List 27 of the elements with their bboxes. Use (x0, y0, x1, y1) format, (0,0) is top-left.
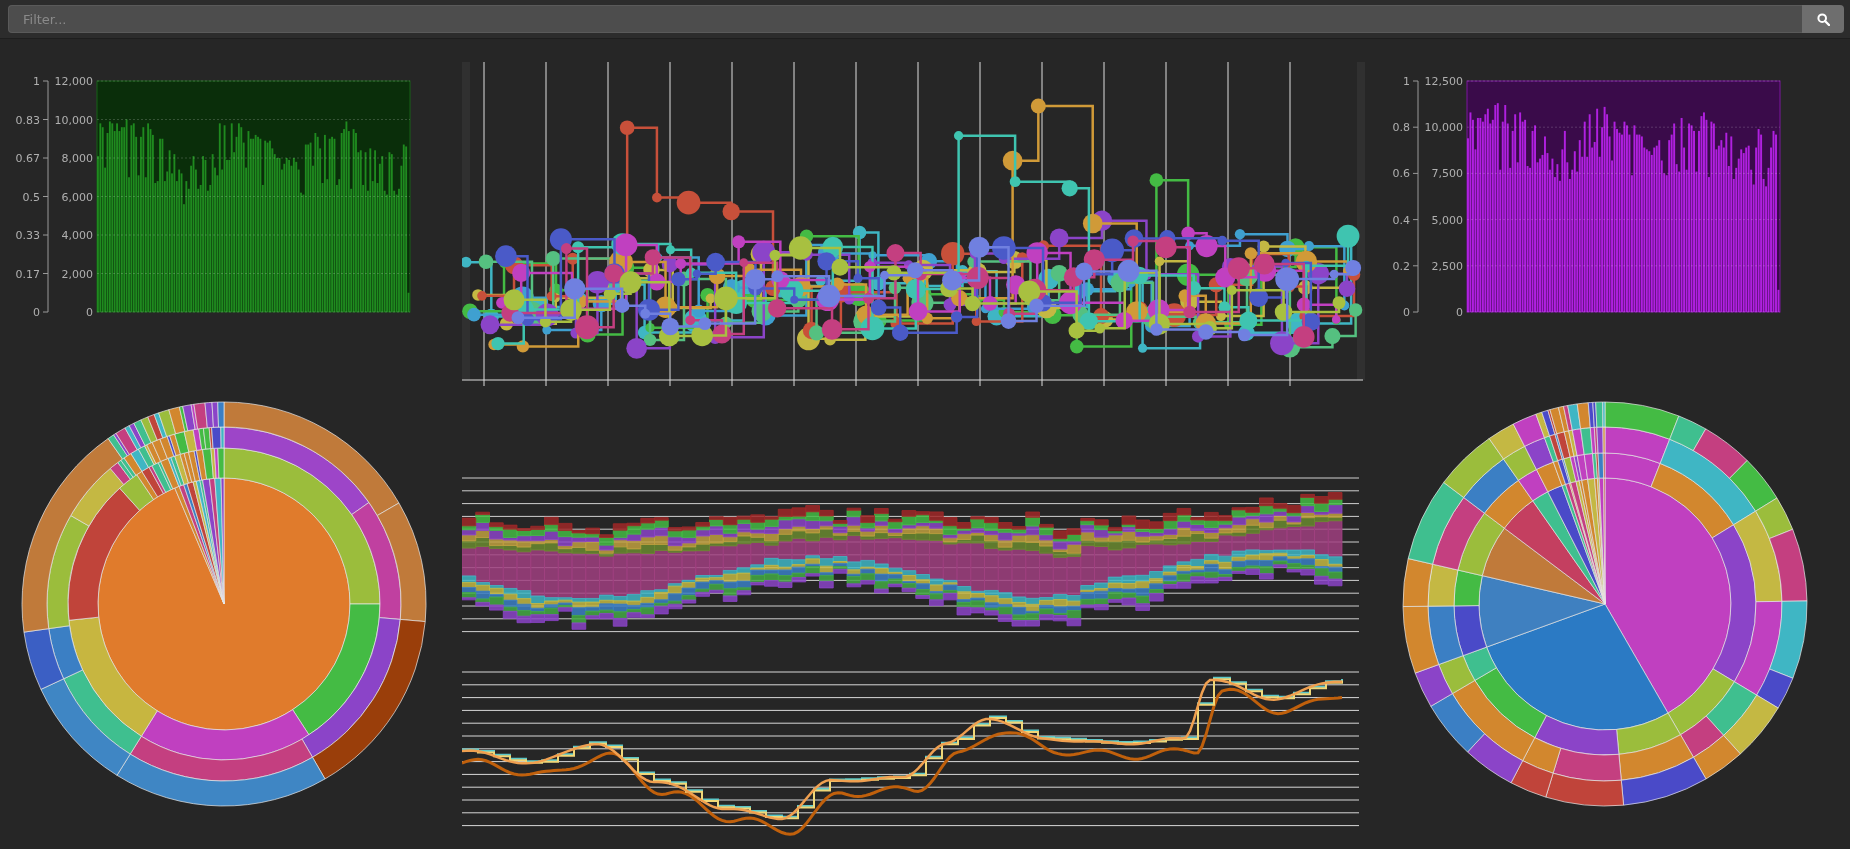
axis-label: 7,500 (1431, 167, 1463, 181)
axis-label: 2,500 (1431, 259, 1463, 273)
axis-label: 0 (33, 306, 40, 319)
axis-label: 0.67 (15, 152, 40, 165)
axis-label: 0.17 (15, 267, 40, 281)
axis-label: 1 (33, 75, 40, 88)
axis-label: 0.4 (1392, 213, 1410, 227)
axis-label: 12,000 (54, 75, 93, 88)
axis-label: 0.2 (1392, 259, 1410, 273)
axis-label: 0.6 (1392, 167, 1410, 181)
axis-label: 0.8 (1392, 121, 1410, 135)
axis-label: 1 (1403, 75, 1410, 88)
axis-label: 0 (1456, 306, 1463, 319)
axis-label: 0.5 (22, 190, 40, 204)
axis-label: 8,000 (61, 152, 93, 165)
filter-field[interactable]: Filter... (8, 5, 1802, 33)
axis-label: 6,000 (61, 190, 93, 204)
axis-label: 0.83 (15, 113, 40, 127)
axis-label: 5,000 (1431, 213, 1463, 227)
axis-label: 10,000 (54, 113, 93, 127)
axis-label: 0 (86, 306, 93, 319)
axis-label: 0.33 (15, 229, 40, 242)
axis-label: 10,000 (1424, 121, 1463, 135)
axis-label: 0 (1403, 306, 1410, 319)
axis-label: 4,000 (61, 229, 93, 242)
axis-label: 2,000 (61, 267, 93, 281)
axis-label: 12,500 (1424, 75, 1463, 88)
